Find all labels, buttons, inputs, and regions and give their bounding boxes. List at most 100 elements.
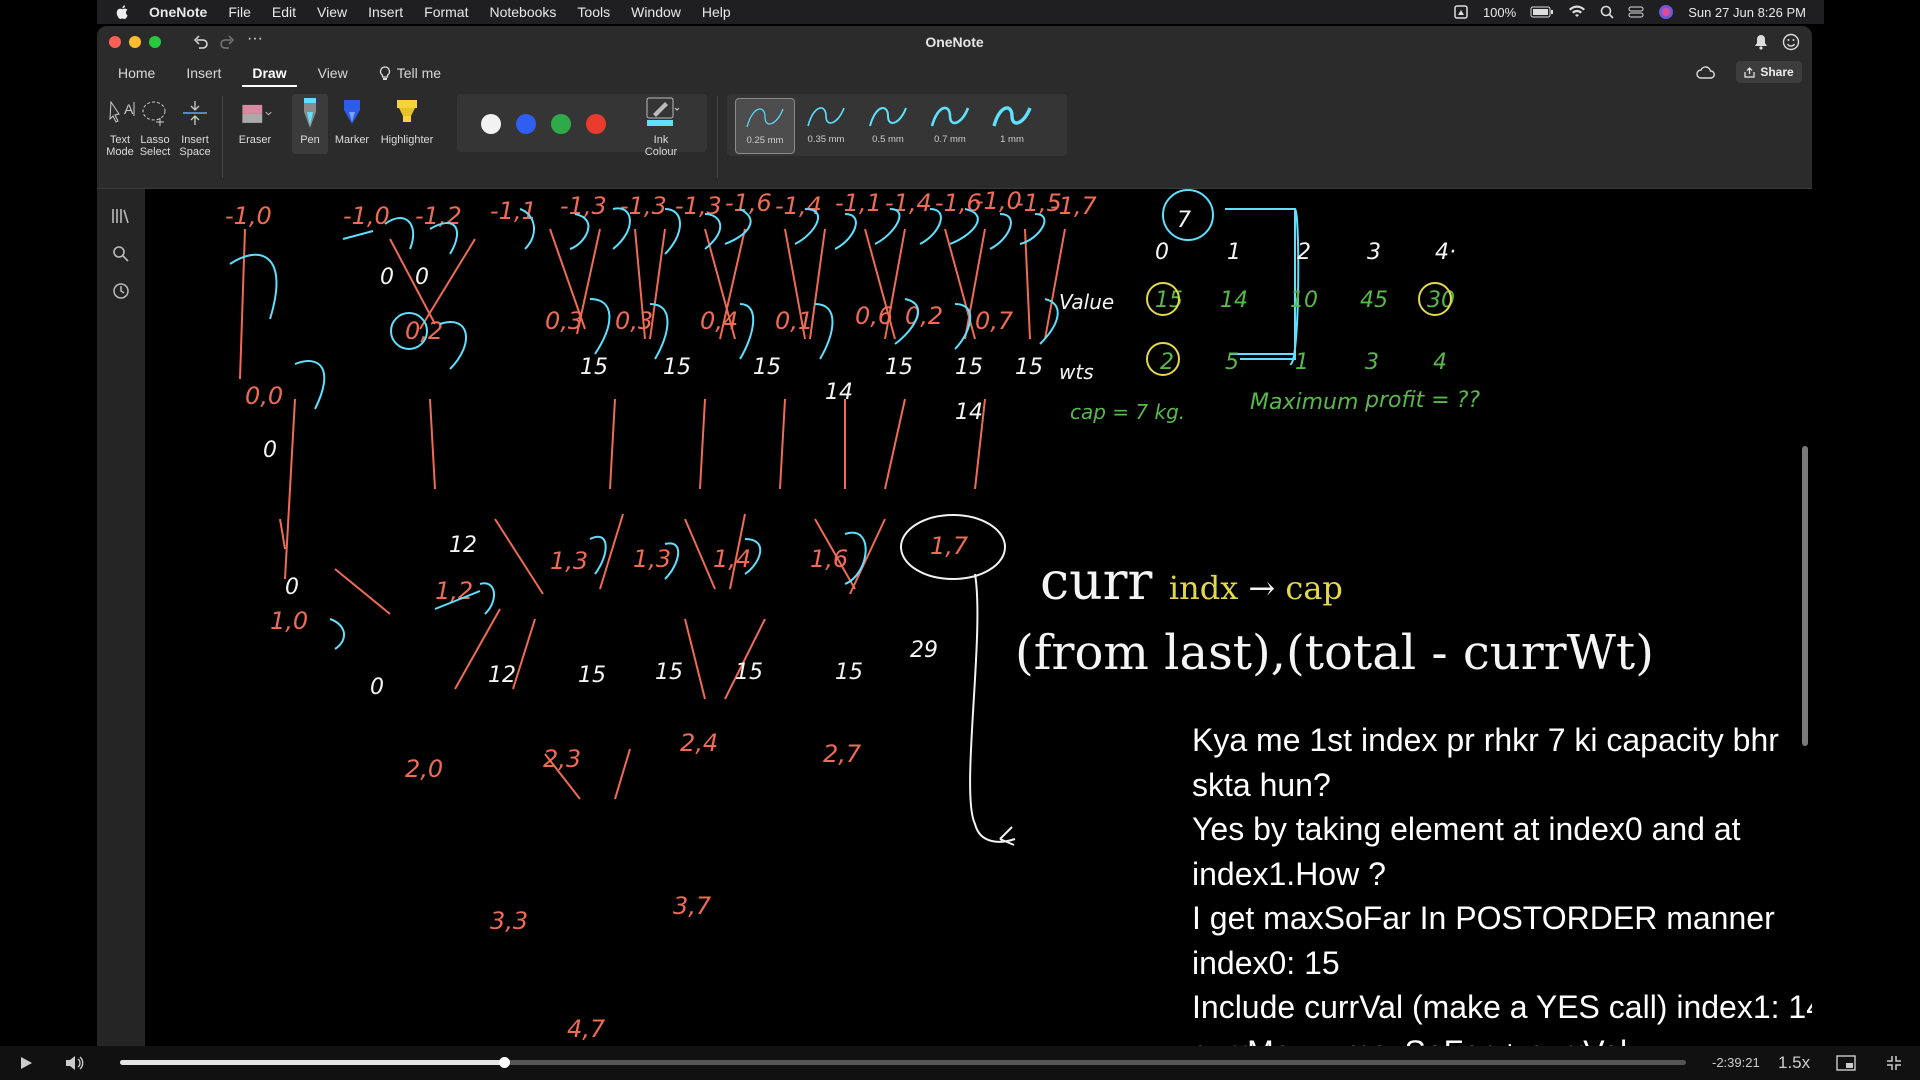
thickness-label: 0.25 mm — [746, 135, 784, 146]
lasso-select-button[interactable]: Lasso Select — [137, 94, 173, 158]
lasso-select-label: Lasso Select — [139, 134, 171, 158]
svg-text:0: 0 — [415, 265, 429, 290]
color-swatch-red[interactable] — [586, 114, 606, 134]
svg-text:0: 0 — [285, 575, 299, 600]
draw-ribbon: A Text Mode Lasso Select Insert Space Er… — [97, 88, 1812, 189]
menu-view[interactable]: View — [317, 4, 347, 20]
col-1: 1 — [1227, 240, 1241, 265]
menu-app-name[interactable]: OneNote — [149, 4, 207, 20]
svg-text:-1,6: -1,6 — [725, 189, 772, 217]
menu-datetime[interactable]: Sun 27 Jun 8:26 PM — [1688, 5, 1806, 20]
time-remaining: -2:39:21 — [1712, 1055, 1760, 1070]
menu-insert[interactable]: Insert — [368, 4, 403, 20]
control-center-icon[interactable] — [1628, 5, 1644, 19]
playback-speed[interactable]: 1.5x — [1778, 1053, 1810, 1073]
svg-text:2,7: 2,7 — [823, 740, 862, 768]
seek-bar[interactable] — [120, 1057, 1686, 1068]
eraser-button[interactable]: Eraser — [232, 94, 278, 146]
text-mode-button[interactable]: A Text Mode — [105, 94, 135, 158]
svg-text:15: 15 — [955, 355, 983, 380]
svg-text:A: A — [124, 101, 134, 117]
pen-stroke-icon — [930, 106, 970, 127]
svg-text:2,3: 2,3 — [543, 745, 581, 773]
share-icon — [1744, 66, 1755, 78]
thickness-1-button[interactable]: 1 mm — [983, 98, 1041, 152]
pen-button[interactable]: Pen — [292, 94, 328, 154]
share-button[interactable]: Share — [1736, 61, 1802, 83]
menu-format[interactable]: Format — [424, 4, 468, 20]
feedback-smiley-icon[interactable] — [1782, 33, 1800, 51]
exit-fullscreen-icon[interactable] — [1886, 1055, 1902, 1071]
menu-edit[interactable]: Edit — [272, 4, 296, 20]
eraser-label: Eraser — [238, 134, 272, 146]
pen-stroke-icon — [807, 107, 845, 127]
play-icon[interactable] — [18, 1055, 34, 1071]
lightbulb-icon — [379, 65, 390, 80]
picture-in-picture-icon[interactable] — [1836, 1055, 1856, 1071]
thickness-025-button[interactable]: 0.25 mm — [735, 98, 795, 154]
siri-icon[interactable] — [1658, 4, 1674, 20]
share-label: Share — [1760, 65, 1794, 79]
svg-text:-1,1: -1,1 — [490, 197, 537, 225]
ink-colour-icon — [646, 97, 679, 126]
col-2: 2 — [1297, 240, 1311, 265]
volume-icon[interactable] — [64, 1054, 84, 1072]
insert-space-label: Insert Space — [179, 134, 211, 158]
wifi-icon[interactable] — [1568, 5, 1586, 19]
thickness-035-button[interactable]: 0.35 mm — [797, 98, 855, 152]
svg-text:-1,1: -1,1 — [835, 189, 882, 217]
thickness-05-button[interactable]: 0.5 mm — [859, 98, 917, 152]
notification-bell-icon[interactable] — [1754, 34, 1768, 50]
svg-text:4,7: 4,7 — [567, 1015, 606, 1043]
weight-3: 3 — [1365, 350, 1379, 375]
highlighter-label: Highlighter — [380, 134, 434, 146]
tab-insert[interactable]: Insert — [176, 58, 231, 88]
seek-handle[interactable] — [498, 1057, 510, 1068]
typed-notes: Kya me 1st index pr rhkr 7 ki capacity b… — [1192, 718, 1812, 1046]
notebooks-icon[interactable] — [111, 207, 131, 225]
tab-view[interactable]: View — [308, 58, 358, 88]
recent-clock-icon[interactable] — [112, 282, 130, 300]
battery-icon[interactable] — [1530, 6, 1554, 18]
apple-icon[interactable] — [115, 4, 131, 20]
search-icon[interactable] — [1600, 5, 1614, 19]
svg-text:15: 15 — [578, 663, 606, 688]
marker-button[interactable]: Marker — [332, 94, 372, 146]
ink-colour-button[interactable]: Ink Colour — [633, 94, 689, 158]
svg-text:-1,0: -1,0 — [343, 202, 390, 230]
svg-text:0,1: 0,1 — [775, 307, 813, 335]
white-annotations — [900, 514, 1016, 846]
sync-cloud-icon[interactable] — [1696, 65, 1716, 81]
svg-text:0,2: 0,2 — [905, 302, 943, 330]
thickness-07-button[interactable]: 0.7 mm — [921, 98, 979, 152]
svg-text:2,0: 2,0 — [405, 755, 443, 783]
highlighter-icon — [397, 100, 417, 122]
screen-lock-icon[interactable] — [1453, 4, 1469, 20]
insert-space-button[interactable]: Insert Space — [177, 94, 213, 158]
svg-text:-1,4: -1,4 — [775, 192, 822, 220]
color-swatch-white[interactable] — [481, 114, 501, 134]
capacity-label: cap = 7 kg. — [1070, 400, 1185, 424]
thickness-label: 0.7 mm — [934, 134, 966, 145]
color-swatch-green[interactable] — [551, 114, 571, 134]
col-4: 4· — [1435, 240, 1456, 265]
highlighter-button[interactable]: Highlighter — [377, 94, 437, 146]
menu-help[interactable]: Help — [702, 4, 731, 20]
menu-tools[interactable]: Tools — [577, 4, 610, 20]
svg-text:1,3: 1,3 — [550, 547, 588, 575]
canvas-scrollbar[interactable] — [1802, 446, 1808, 746]
tab-home[interactable]: Home — [108, 58, 165, 88]
weight-2: 1 — [1295, 350, 1309, 375]
color-swatch-blue[interactable] — [516, 114, 536, 134]
tab-draw[interactable]: Draw — [242, 59, 297, 87]
tell-me-search[interactable]: Tell me — [369, 58, 451, 88]
menu-window[interactable]: Window — [631, 4, 681, 20]
menu-notebooks[interactable]: Notebooks — [489, 4, 556, 20]
note-line-5: Include currVal (make a YES call) index1… — [1192, 989, 1812, 1025]
menu-file[interactable]: File — [228, 4, 251, 20]
pen-stroke-icon — [992, 106, 1032, 127]
ribbon-divider — [222, 96, 223, 178]
svg-text:0,0: 0,0 — [245, 382, 283, 410]
search-icon[interactable] — [112, 245, 130, 263]
value-3: 45 — [1360, 288, 1388, 313]
